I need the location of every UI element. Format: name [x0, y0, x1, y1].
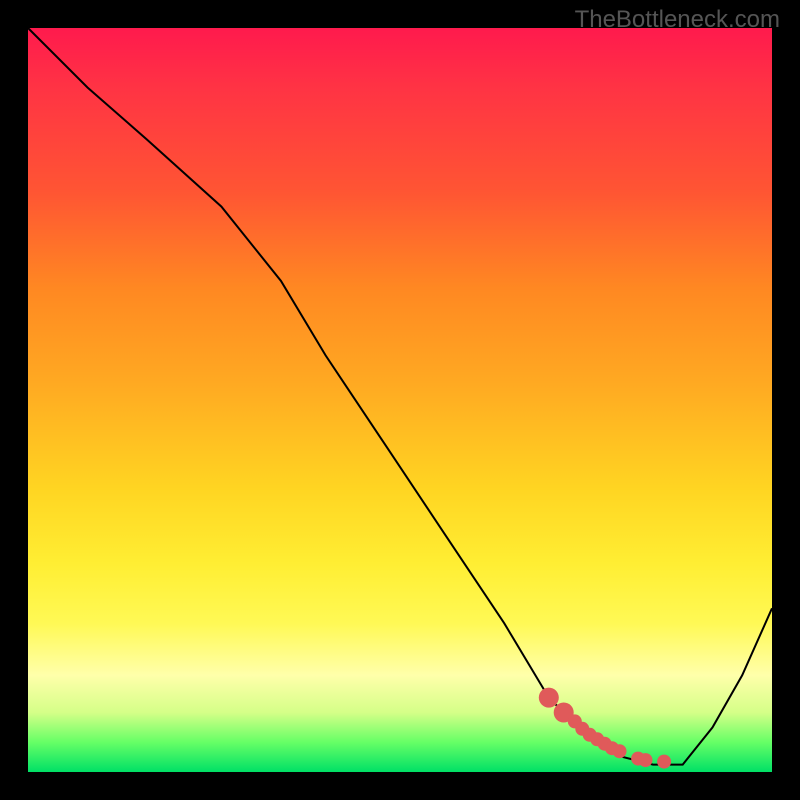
highlight-dot: [613, 744, 627, 758]
watermark-text: TheBottleneck.com: [575, 6, 780, 34]
highlight-dot: [639, 753, 653, 767]
highlight-dot: [657, 755, 671, 769]
highlight-dot: [539, 688, 559, 708]
chart-svg: [28, 28, 772, 772]
chart-plot-area: [28, 28, 772, 772]
chart-curve: [28, 28, 772, 765]
chart-highlight-dots: [539, 688, 671, 769]
